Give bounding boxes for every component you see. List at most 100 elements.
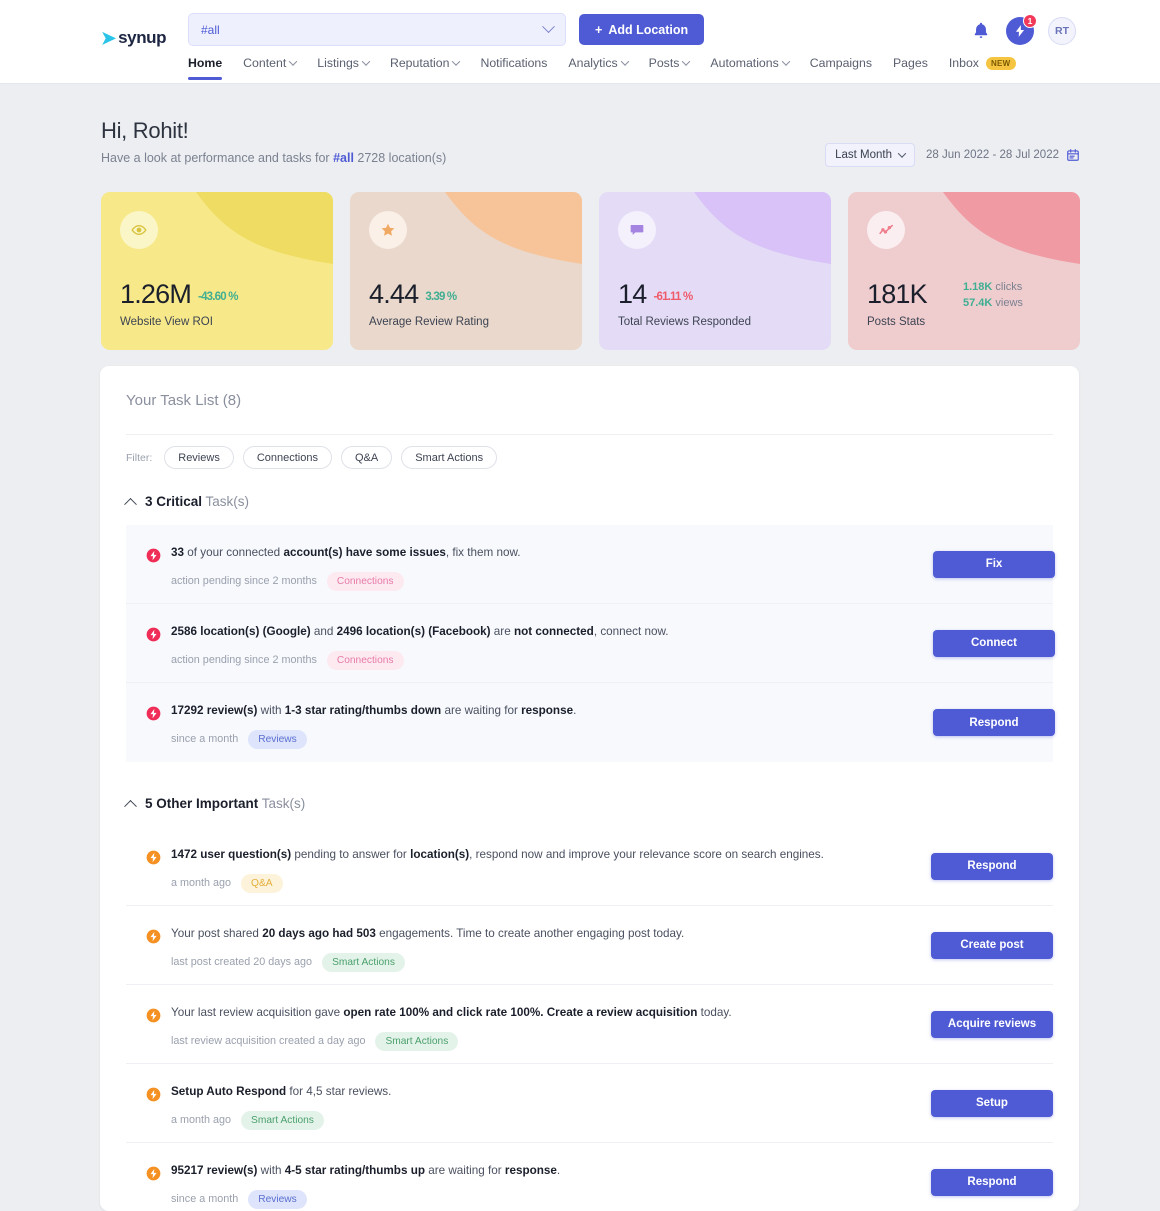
task-section-count: 5 Other Important [145,796,259,811]
nav-item-pages[interactable]: Pages [893,56,928,80]
task-action-button-setup[interactable]: Setup [931,1089,1053,1117]
task-text-plain: engagements. Time to create another enga… [375,927,685,940]
metric-card-average-review-rating[interactable]: 4.44 3.39 % Average Review Rating [350,192,582,350]
nav-item-reputation[interactable]: Reputation [389,56,461,80]
task-tag[interactable]: Smart Actions [241,1110,324,1130]
task-text-plain: for 4,5 star reviews. [286,1085,392,1098]
task-action-button-respond[interactable]: Respond [933,709,1055,736]
metric-card-website-view-roi[interactable]: 1.26M -43.60 % Website View ROI [101,192,333,350]
nav-item-label: Automations [710,56,779,70]
metric-value: 181K [867,279,928,309]
chevron-up-icon[interactable] [124,497,137,511]
task-list-title-text: Your Task List [126,392,219,409]
nav-item-inbox[interactable]: Inbox NEW [949,56,1016,80]
chevron-down-icon [542,20,555,34]
important-bolt-icon [146,1008,161,1023]
date-range-display[interactable]: 28 Jun 2022 - 28 Jul 2022 [926,148,1080,162]
task-text-plain: are [490,625,514,638]
task-text-plain: , connect now. [593,625,669,638]
nav-item-label: Reputation [389,56,450,70]
task-description: 2586 location(s) (Google) and 2496 locat… [171,624,873,641]
task-text-plain: of your connected [184,546,284,559]
task-action-button-acquire-reviews[interactable]: Acquire reviews [931,1010,1053,1038]
metric-label: Total Reviews Responded [618,316,751,328]
task-text-plain: with [257,704,285,717]
task-action-button-respond[interactable]: Respond [931,1168,1053,1196]
task-text-strong: open rate 100% and click rate 100%. Crea… [343,1006,698,1019]
nav-item-notifications[interactable]: Notifications [480,56,547,80]
date-preset-label: Last Month [835,149,892,161]
metric-card-posts-stats[interactable]: 181K 1.18K clicks 57.4K views Posts Stats [848,192,1080,350]
task-row: 1472 user question(s) pending to answer … [126,827,1053,906]
task-tag[interactable]: Connections [326,571,404,591]
synup-logo[interactable]: ➤ synup [101,28,167,48]
filter-chip-reviews[interactable]: Reviews [164,446,234,469]
task-timestamp: action pending since 2 months [171,654,317,667]
task-text-strong: 2496 location(s) (Facebook) [336,625,491,638]
task-action-button-fix[interactable]: Fix [933,550,1055,578]
metric-substat-label: views [992,297,1023,310]
task-text-strong: not connected [513,625,594,638]
nav-item-campaigns[interactable]: Campaigns [810,56,872,80]
task-body: 33 of your connected account(s) have som… [171,545,873,591]
chevron-down-icon [361,57,371,66]
task-tag[interactable]: Smart Actions [322,952,405,972]
task-body: Your post shared 20 days ago had 503 eng… [171,926,873,972]
task-tag[interactable]: Smart Actions [375,1031,459,1051]
nav-item-content[interactable]: Content [243,56,298,80]
task-section-title: 3 Critical Task(s) [145,494,249,509]
task-section-header-critical[interactable]: 3 Critical Task(s) [124,494,249,511]
task-text-plain: today. [697,1006,732,1019]
location-select[interactable]: #all [188,13,566,46]
filter-chip-connections[interactable]: Connections [242,446,332,469]
filter-chip-smart-actions[interactable]: Smart Actions [401,446,498,469]
task-text-plain: , respond now and improve your relevance… [469,848,824,861]
task-meta: since a month Reviews [171,1189,873,1209]
task-action-button-respond[interactable]: Respond [931,852,1053,880]
logo-text: synup [118,28,167,47]
task-text-strong: 1472 user question(s) [171,848,292,861]
task-section-header-important[interactable]: 5 Other Important Task(s) [124,796,305,813]
task-row: Setup Auto Respond for 4,5 star reviews.… [126,1064,1053,1143]
task-section-suffix: Task(s) [202,494,250,509]
add-location-button[interactable]: + Add Location [579,14,705,45]
task-tag[interactable]: Reviews [248,1189,307,1209]
task-action-button-create-post[interactable]: Create post [931,931,1053,959]
task-body: Your last review acquisition gave open r… [171,1005,873,1051]
chevron-up-icon[interactable] [124,799,137,813]
quick-actions-button[interactable]: 1 [1006,14,1037,45]
nav-item-analytics[interactable]: Analytics [568,56,629,80]
chevron-down-icon [620,57,629,66]
topbar-actions: 1 RT [970,14,1076,45]
greeting-location-link[interactable]: #all [333,151,354,165]
avatar[interactable]: RT [1048,17,1076,45]
task-tag[interactable]: Connections [326,650,404,670]
chevron-down-icon [897,149,907,158]
plus-icon: + [595,22,603,37]
date-preset-dropdown[interactable]: Last Month [825,143,915,167]
task-action-button-connect[interactable]: Connect [933,629,1055,657]
task-tag[interactable]: Reviews [248,729,307,749]
task-text-plain: Your post shared [171,927,263,940]
metric-card-total-reviews-responded[interactable]: 14 -61.11 % Total Reviews Responded [599,192,831,350]
nav-item-home[interactable]: Home [188,56,223,80]
nav-item-listings[interactable]: Listings [317,56,371,80]
task-meta: last review acquisition created a day ag… [171,1031,873,1051]
calendar-icon[interactable] [1066,148,1080,162]
nav-item-posts[interactable]: Posts [649,56,691,80]
metric-label: Average Review Rating [369,316,489,328]
task-text-strong: 17292 review(s) [171,704,258,717]
important-bolt-icon [146,1166,161,1181]
greeting-subtitle: Have a look at performance and tasks for… [101,151,446,165]
task-description: 17292 review(s) with 1-3 star rating/thu… [171,703,873,720]
task-list-panel: Your Task List (8) Filter: Reviews Connec… [100,366,1079,1211]
bell-icon[interactable] [970,20,992,42]
nav-item-label: Inbox [948,56,979,70]
filter-chip-q-a[interactable]: Q&A [340,446,393,469]
task-list-title: Your Task List (8) [126,392,241,409]
metric-label: Website View ROI [120,316,213,328]
nav-item-automations[interactable]: Automations [710,56,791,80]
task-tag[interactable]: Q&A [241,873,283,893]
main-nav: Home Content Listings Reputation Notificatio… [188,56,1037,80]
metric-delta: 3.39 % [425,291,457,303]
